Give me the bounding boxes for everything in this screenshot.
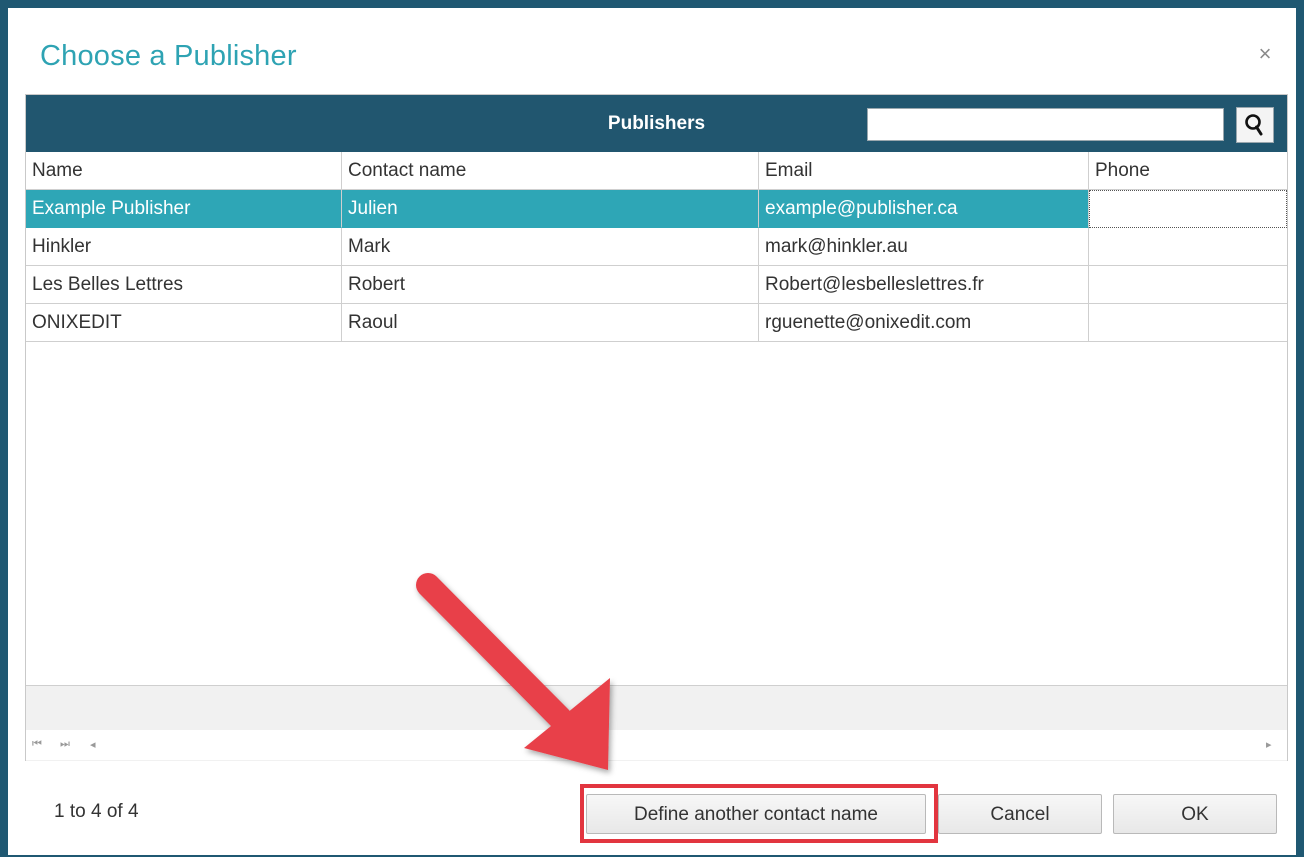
cell-contact: Julien [342, 190, 759, 228]
table-row[interactable]: Hinkler Mark mark@hinkler.au [26, 228, 1287, 266]
ok-button[interactable]: OK [1113, 794, 1277, 834]
cell-email: mark@hinkler.au [759, 228, 1089, 266]
scroll-left-icon[interactable]: ◂ [90, 738, 96, 751]
scroll-right-icon[interactable]: ▸ [1266, 738, 1272, 751]
grid-header: Publishers [26, 95, 1287, 152]
column-header-name[interactable]: Name [26, 152, 342, 190]
cell-name: Les Belles Lettres [26, 266, 342, 304]
grid-pager: ⏮ ⏭ ◂ ▸ [26, 730, 1287, 760]
search-button[interactable] [1236, 107, 1274, 143]
cell-email: Robert@lesbelleslettres.fr [759, 266, 1089, 304]
cell-name: ONIXEDIT [26, 304, 342, 342]
cell-phone [1089, 228, 1287, 266]
cell-phone [1089, 304, 1287, 342]
annotation-highlight-box [580, 784, 938, 843]
search-icon [1245, 114, 1263, 136]
dialog-title: Choose a Publisher [40, 40, 297, 72]
cell-phone [1089, 266, 1287, 304]
close-icon[interactable]: × [1253, 42, 1277, 66]
cell-contact: Robert [342, 266, 759, 304]
table-row[interactable]: Les Belles Lettres Robert Robert@lesbell… [26, 266, 1287, 304]
first-page-icon[interactable]: ⏮ [32, 738, 42, 751]
record-count: 1 to 4 of 4 [54, 801, 139, 822]
last-page-icon[interactable]: ⏭ [60, 738, 70, 751]
publisher-dialog: Choose a Publisher × Publishers Name Con… [0, 0, 1304, 857]
cell-name: Hinkler [26, 228, 342, 266]
cell-email: rguenette@onixedit.com [759, 304, 1089, 342]
cell-email: example@publisher.ca [759, 190, 1089, 228]
column-header-contact[interactable]: Contact name [342, 152, 759, 190]
cancel-button[interactable]: Cancel [938, 794, 1102, 834]
column-header-email[interactable]: Email [759, 152, 1089, 190]
column-header-phone[interactable]: Phone [1089, 152, 1287, 190]
search-input[interactable] [867, 108, 1224, 141]
cell-contact: Raoul [342, 304, 759, 342]
table-row[interactable]: ONIXEDIT Raoul rguenette@onixedit.com [26, 304, 1287, 342]
cell-phone[interactable] [1089, 190, 1287, 228]
table-row[interactable]: Example Publisher Julien example@publish… [26, 190, 1287, 228]
cell-name: Example Publisher [26, 190, 342, 228]
publishers-grid: Publishers Name Contact name Email Phone… [25, 94, 1288, 761]
cell-contact: Mark [342, 228, 759, 266]
